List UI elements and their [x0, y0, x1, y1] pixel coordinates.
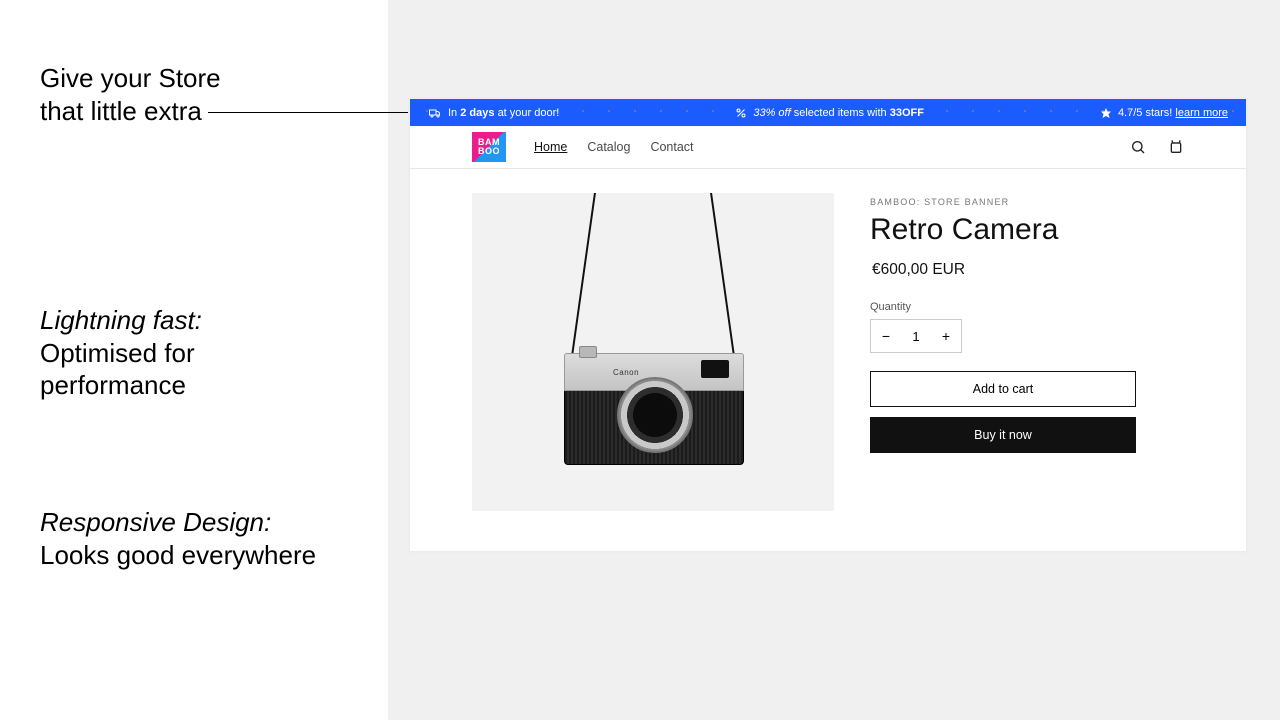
feature-heading: Responsive Design:: [40, 506, 350, 539]
feature-tagline: Give your Store that little extra: [40, 62, 350, 127]
camera-lens: [617, 377, 693, 453]
banner-text: In 2 days at your door!: [448, 107, 559, 119]
camera-strap: [570, 193, 596, 363]
camera-strap: [710, 193, 736, 363]
product-title: Retro Camera: [870, 213, 1184, 247]
feature-line: Optimised for: [40, 337, 350, 370]
nav-contact[interactable]: Contact: [650, 140, 693, 154]
product-price: €600,00 EUR: [872, 261, 1184, 279]
banner-discount[interactable]: 33% off selected items with 33OFF: [735, 107, 924, 119]
announcement-bar: In 2 days at your door! 33% off selected…: [410, 99, 1246, 126]
feature-heading: Lightning fast:: [40, 304, 350, 337]
product-info: BAMBOO: STORE BANNER Retro Camera €600,0…: [870, 193, 1184, 511]
callout-line: [208, 112, 408, 113]
cart-icon[interactable]: [1168, 139, 1184, 155]
buy-now-button[interactable]: Buy it now: [870, 417, 1136, 453]
qty-decrease-button[interactable]: −: [871, 320, 901, 352]
feature-line: Give your Store: [40, 62, 350, 95]
quantity-label: Quantity: [870, 301, 1184, 313]
qty-increase-button[interactable]: +: [931, 320, 961, 352]
logo-line: BOO: [478, 147, 500, 156]
banner-shipping[interactable]: In 2 days at your door!: [428, 107, 559, 119]
quantity-stepper: − +: [870, 319, 962, 353]
product-section: Canon BAMBOO: STORE BANNER Retro Camera …: [410, 169, 1246, 551]
feature-line: that little extra: [40, 95, 350, 128]
qty-input[interactable]: [901, 320, 931, 352]
search-icon[interactable]: [1130, 139, 1146, 155]
percent-icon: [735, 107, 747, 119]
add-to-cart-button[interactable]: Add to cart: [870, 371, 1136, 407]
truck-icon: [428, 107, 442, 119]
nav-links: Home Catalog Contact: [534, 140, 694, 154]
feature-line: performance: [40, 369, 350, 402]
camera-illustration: Canon: [564, 353, 744, 465]
feature-responsive: Responsive Design: Looks good everywhere: [40, 506, 350, 571]
store-preview: In 2 days at your door! 33% off selected…: [410, 99, 1246, 551]
product-vendor: BAMBOO: STORE BANNER: [870, 197, 1184, 207]
banner-text: 33% off selected items with 33OFF: [753, 107, 924, 119]
store-logo[interactable]: BAM BOO: [472, 132, 506, 162]
camera-brand: Canon: [613, 368, 639, 377]
nav-home[interactable]: Home: [534, 140, 567, 154]
marketing-sidebar: Give your Store that little extra Lightn…: [0, 0, 388, 720]
nav-icons: [1130, 139, 1184, 155]
nav-catalog[interactable]: Catalog: [587, 140, 630, 154]
banner-rating[interactable]: 4.7/5 stars! learn more: [1100, 107, 1228, 119]
feature-performance: Lightning fast: Optimised for performanc…: [40, 304, 350, 402]
banner-text: 4.7/5 stars! learn more: [1118, 107, 1228, 119]
feature-line: Looks good everywhere: [40, 539, 350, 572]
store-navbar: BAM BOO Home Catalog Contact: [410, 126, 1246, 169]
star-icon: [1100, 107, 1112, 119]
product-image[interactable]: Canon: [472, 193, 834, 511]
